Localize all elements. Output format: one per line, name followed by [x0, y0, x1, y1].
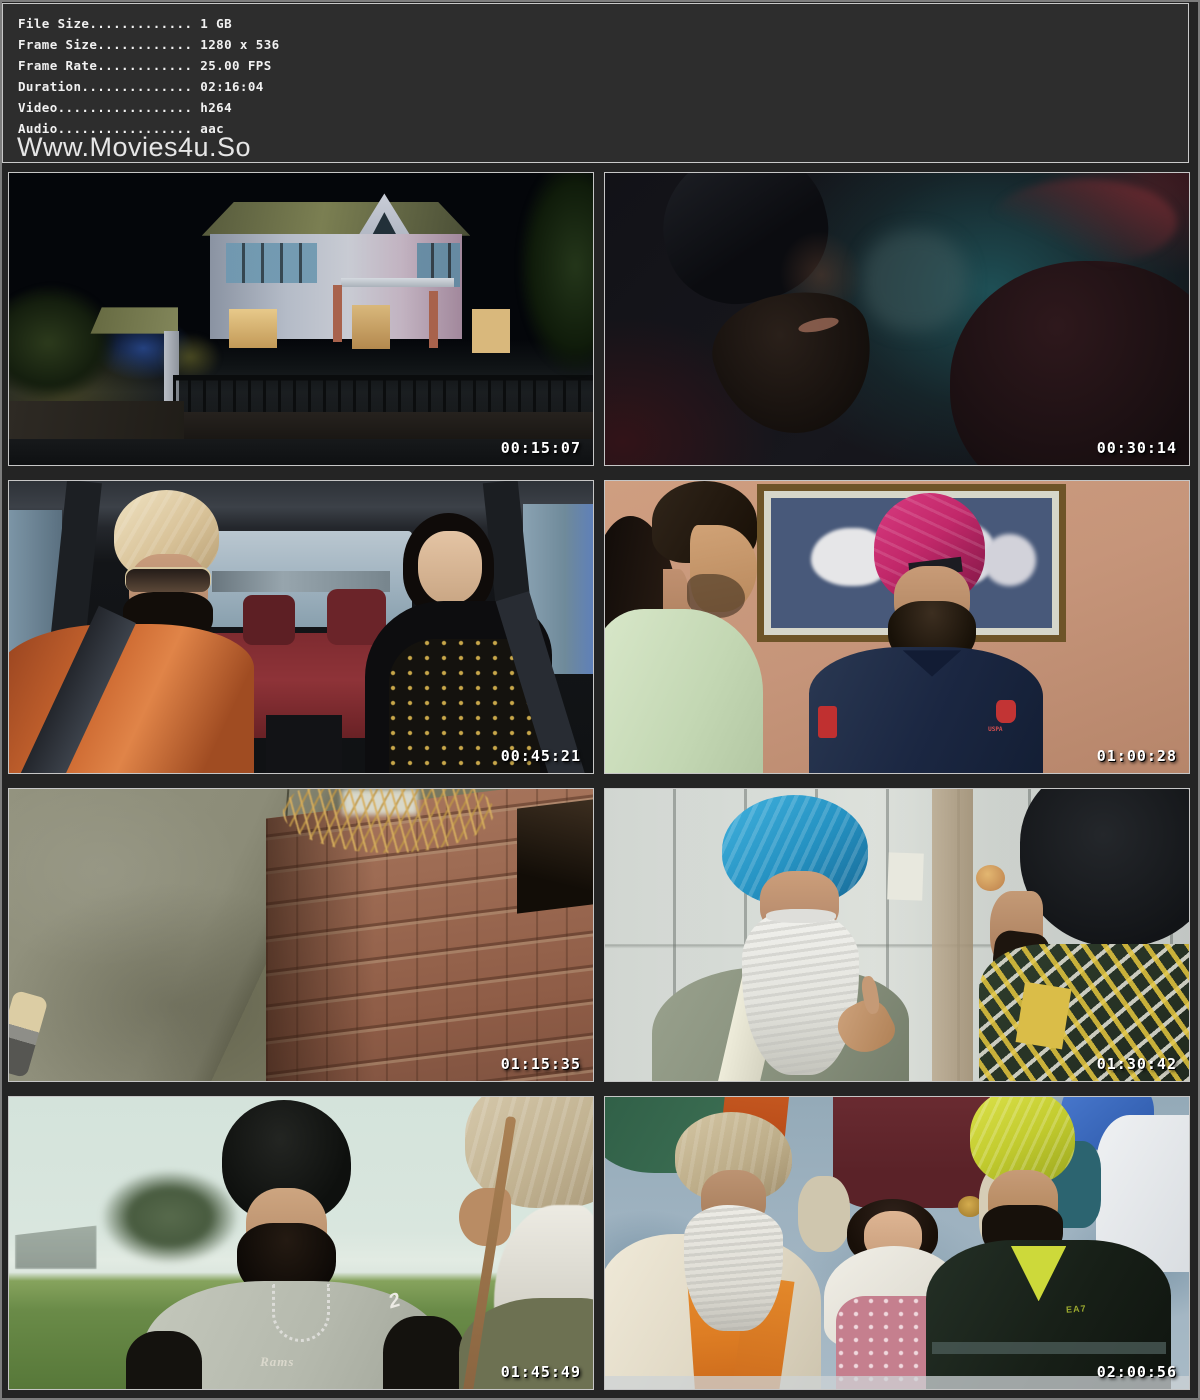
screenshot-brick-wall: 01:15:35 — [8, 788, 594, 1082]
timestamp: 01:00:28 — [1097, 747, 1177, 765]
mustache — [766, 909, 836, 924]
site-watermark: Www.Movies4u.So — [17, 134, 251, 161]
media-info-panel: File Size............. 1 GB Frame Size..… — [2, 3, 1189, 163]
roof — [202, 202, 471, 236]
headrest — [243, 595, 296, 645]
notice-paper — [887, 853, 924, 901]
far-structure — [15, 1225, 97, 1269]
night-scene — [9, 173, 593, 465]
boundary-wall — [173, 412, 593, 438]
white-beard — [684, 1205, 783, 1331]
spectator-scene: EA7 — [605, 1097, 1189, 1389]
timestamp: 00:15:07 — [501, 439, 581, 457]
window-opening — [517, 799, 593, 913]
black-sleeve — [126, 1331, 202, 1389]
balcony-railing — [341, 278, 454, 286]
driveway — [9, 401, 184, 439]
hair-highlight — [990, 179, 1177, 267]
resting-hand — [798, 1176, 851, 1252]
screenshot-car-couple: 00:45:21 — [8, 480, 594, 774]
media-preview-sheet: File Size............. 1 GB Frame Size..… — [0, 0, 1200, 1400]
indoor-scene — [605, 789, 1189, 1081]
center-console — [266, 715, 342, 773]
foreground-head — [950, 261, 1189, 465]
timestamp: 01:30:42 — [1097, 1055, 1177, 1073]
timestamp: 00:30:14 — [1097, 439, 1177, 457]
sleeve-number-patch — [818, 706, 837, 738]
screenshot-field-talk: 2 Rams 01:45:49 — [8, 1096, 594, 1390]
hoodie-zip-band — [932, 1342, 1166, 1354]
light-green-tshirt — [605, 609, 763, 773]
woman-face — [418, 531, 482, 604]
timestamp: 02:00:56 — [1097, 1363, 1177, 1381]
screenshot-spectators: EA7 02:00:56 — [604, 1096, 1190, 1390]
polo-logo — [996, 700, 1016, 723]
black-turban — [1020, 789, 1189, 947]
blurred-tree — [97, 1167, 243, 1278]
maroon-shirt-person — [833, 1097, 991, 1208]
lit-window — [229, 309, 277, 348]
house — [202, 193, 471, 362]
jersey-brand-text: Rams — [260, 1354, 294, 1370]
car-interior-scene — [9, 481, 593, 773]
paint-roller-hand — [9, 990, 49, 1078]
field-scene: 2 Rams — [9, 1097, 593, 1389]
wall-scene — [9, 789, 593, 1081]
polo-logo-text: USPA — [988, 726, 1002, 733]
blurred-hand — [862, 231, 967, 330]
screenshot-elder-talk: 01:30:42 — [604, 788, 1190, 1082]
info-line-frame-size: Frame Size............ 1280 x 536 — [18, 34, 1188, 55]
room-scene: USPA — [605, 481, 1189, 773]
black-sleeve — [383, 1316, 465, 1389]
hoodie-brand-text: EA7 — [1066, 1304, 1087, 1315]
timestamp: 01:15:35 — [501, 1055, 581, 1073]
yellow-tshirt — [1015, 981, 1071, 1049]
wall-decor — [976, 865, 1005, 891]
info-line-frame-rate: Frame Rate............ 25.00 FPS — [18, 55, 1188, 76]
screenshot-man-closeup: 00:30:14 — [604, 172, 1190, 466]
screenshot-pink-turban: USPA 01:00:28 — [604, 480, 1190, 774]
timestamp: 01:45:49 — [501, 1363, 581, 1381]
info-line-video: Video................. h264 — [18, 97, 1188, 118]
door-frame — [932, 789, 973, 1081]
info-line-file-size: File Size............. 1 GB — [18, 13, 1188, 34]
tree — [517, 173, 593, 418]
lit-window — [352, 305, 390, 349]
sunglasses — [126, 569, 211, 592]
info-line-duration: Duration.............. 02:16:04 — [18, 76, 1188, 97]
timestamp: 00:45:21 — [501, 747, 581, 765]
screenshot-house-night: 00:15:07 — [8, 172, 594, 466]
horse-figure — [983, 534, 1036, 586]
porch-columns — [333, 285, 342, 343]
upper-windows — [226, 243, 317, 284]
white-beard — [742, 909, 859, 1075]
closeup-scene — [605, 173, 1189, 465]
